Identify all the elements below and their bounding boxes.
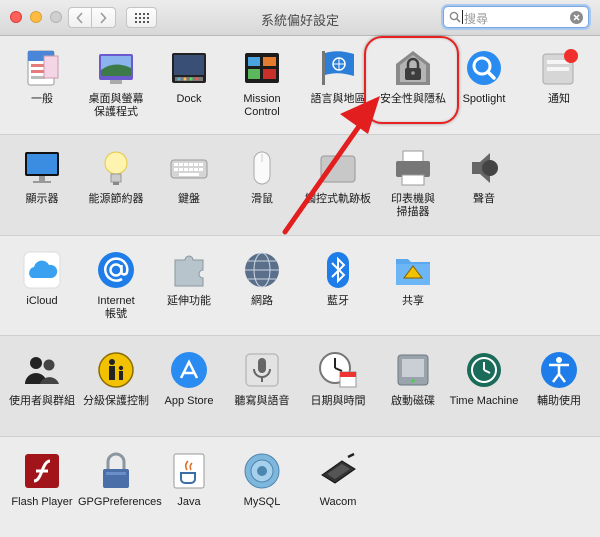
system-preferences-window: 系統偏好設定 搜尋 一般 桌面與螢幕 保護程式 Dock Mission Contro… [0, 0, 600, 537]
red-arrow-annotation [282, 96, 380, 235]
